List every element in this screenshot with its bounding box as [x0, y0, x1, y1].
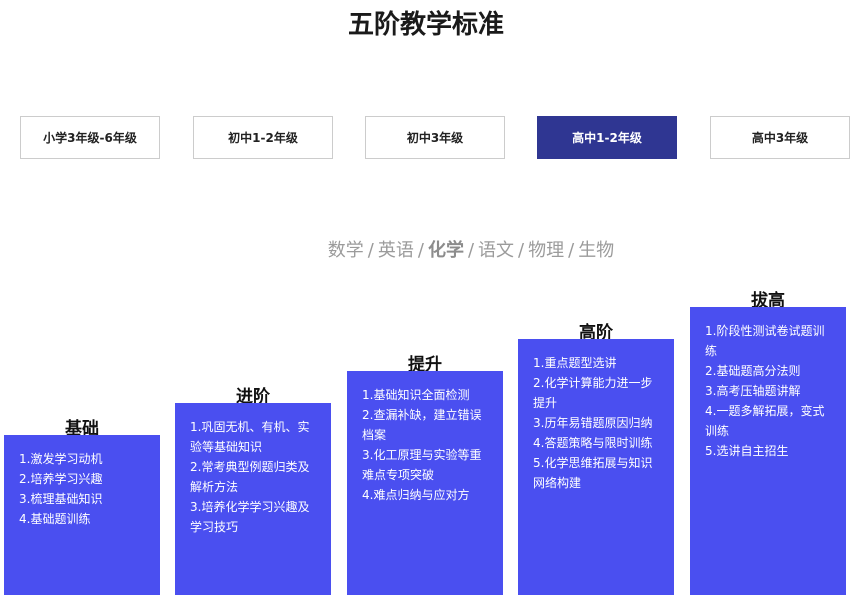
stage-item: 4.答题策略与限时训练: [533, 436, 653, 450]
stage-item: 3.化工原理与实验等重难点专项突破: [362, 448, 482, 482]
stage-item: 3.历年易错题原因归纳: [533, 416, 653, 430]
stage-item: 2.查漏补缺，建立错误档案: [362, 408, 482, 442]
subject-chemistry[interactable]: 化学: [428, 240, 464, 261]
stage-box-improve: 1.基础知识全面检测 2.查漏补缺，建立错误档案 3.化工原理与实验等重难点专项…: [347, 371, 503, 595]
stage-item: 5.选讲自主招生: [705, 444, 789, 458]
stage-item: 3.高考压轴题讲解: [705, 384, 801, 398]
page-title: 五阶教学标准: [347, 10, 504, 40]
stage-item: 2.培养学习兴趣: [19, 472, 103, 486]
subject-separator: /: [467, 240, 475, 261]
subject-nav: 数学 / 英语 / 化学 / 语文 / 物理 / 生物: [0, 236, 852, 262]
subject-separator: /: [518, 240, 525, 261]
tab-grade-junior-1-2[interactable]: 初中1-2年级: [193, 116, 333, 159]
tab-grade-junior-3[interactable]: 初中3年级: [365, 116, 505, 159]
subject-biology[interactable]: 生物: [578, 240, 614, 261]
tab-grade-senior-1-2[interactable]: 高中1-2年级: [537, 116, 677, 159]
tab-grade-primary-3-6[interactable]: 小学3年级-6年级: [20, 116, 160, 159]
subject-separator: /: [568, 240, 575, 261]
subject-physics[interactable]: 物理: [528, 240, 564, 261]
stage-box-advance: 1.巩固无机、有机、实验等基础知识 2.常考典型例题归类及解析方法 3.培养化学…: [175, 403, 331, 595]
stage-item: 1.激发学习动机: [19, 452, 103, 466]
stage-box-top: 1.阶段性测试卷试题训练 2.基础题高分法则 3.高考压轴题讲解 4.一题多解拓…: [690, 307, 846, 595]
stage-box-high: 1.重点题型选讲 2.化学计算能力进一步提升 3.历年易错题原因归纳 4.答题策…: [518, 339, 674, 595]
subject-chinese[interactable]: 语文: [478, 240, 514, 261]
stage-item: 1.阶段性测试卷试题训练: [705, 324, 825, 358]
subject-math[interactable]: 数学: [328, 240, 364, 261]
stage-item: 1.巩固无机、有机、实验等基础知识: [190, 420, 310, 454]
grade-tabs: 小学3年级-6年级 初中1-2年级 初中3年级 高中1-2年级 高中3年级: [0, 116, 852, 159]
subject-english[interactable]: 英语: [378, 240, 414, 261]
stage-item: 1.重点题型选讲: [533, 356, 617, 370]
stage-item: 2.常考典型例题归类及解析方法: [190, 460, 310, 494]
stage-item: 5.化学思维拓展与知识网络构建: [533, 456, 653, 490]
stage-item: 3.培养化学学习兴趣及学习技巧: [190, 500, 310, 534]
subject-separator: /: [417, 240, 424, 261]
stage-item: 2.化学计算能力进一步提升: [533, 376, 653, 410]
stage-item: 1.基础知识全面检测: [362, 388, 470, 402]
stage-item: 3.梳理基础知识: [19, 492, 103, 506]
subject-separator: /: [367, 240, 374, 261]
stage-item: 2.基础题高分法则: [705, 364, 801, 378]
stage-box-basic: 1.激发学习动机 2.培养学习兴趣 3.梳理基础知识 4.基础题训练: [4, 435, 160, 595]
stage-item: 4.一题多解拓展，变式训练: [705, 404, 825, 438]
tab-grade-senior-3[interactable]: 高中3年级: [710, 116, 850, 159]
stage-item: 4.基础题训练: [19, 512, 91, 526]
stage-item: 4.难点归纳与应对方: [362, 488, 470, 502]
